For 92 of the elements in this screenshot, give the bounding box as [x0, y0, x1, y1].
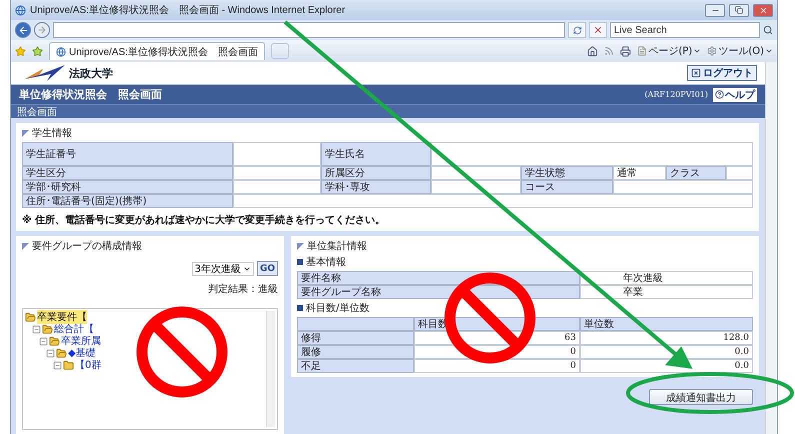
- search-field[interactable]: Live Search: [610, 22, 760, 38]
- breadcrumb: 照会画面: [17, 106, 57, 118]
- logo-text: 法政大学: [69, 66, 113, 80]
- add-favorite-icon[interactable]: [32, 46, 43, 56]
- corner-marker-icon: [22, 242, 29, 250]
- field-label: コース: [521, 180, 613, 194]
- caret-icon: [765, 47, 773, 55]
- collapse-icon[interactable]: [32, 324, 41, 334]
- help-icon: [715, 90, 724, 99]
- close-box-icon: [691, 68, 701, 78]
- help-link[interactable]: ヘルプ: [713, 88, 757, 102]
- page-icon: [637, 46, 648, 56]
- field-label: 学科･専攻: [321, 180, 431, 194]
- prohibition-sign-icon: [444, 272, 536, 364]
- row-label: 修得: [297, 331, 414, 345]
- tree-item[interactable]: 総合計【: [54, 322, 94, 336]
- page-title: 単位修得状況照会 照会画面: [19, 87, 162, 102]
- section-title: 学生情報: [32, 126, 72, 140]
- address-field[interactable]: [53, 22, 565, 38]
- favorites-star-icon[interactable]: [15, 46, 26, 56]
- browser-tab[interactable]: Uniprove/AS:単位修得状況照会 照会画面: [49, 42, 265, 60]
- row-label: 不足: [297, 359, 414, 373]
- folder-icon: [25, 312, 36, 322]
- forward-arrow-icon: [37, 25, 47, 35]
- subsection-title: 基本情報: [306, 256, 346, 269]
- tree-item[interactable]: 卒業所属: [61, 334, 101, 348]
- refresh-button[interactable]: [568, 22, 586, 38]
- column-header: 単位数: [580, 317, 753, 331]
- table-cell: 0.0: [580, 345, 753, 359]
- field-value: 卒業: [580, 285, 753, 299]
- screen-id: (ARF120PVI01): [644, 90, 708, 99]
- folder-icon: [42, 324, 53, 334]
- field-value: 年次進級: [580, 271, 753, 285]
- close-icon: [758, 6, 768, 14]
- tree-item[interactable]: 【0群: [75, 358, 102, 372]
- scrollbar[interactable]: [266, 311, 275, 427]
- field-label: 所属区分: [321, 166, 431, 180]
- refresh-icon: [572, 26, 582, 34]
- judgement-result: 判定結果：進級: [208, 282, 278, 297]
- logout-button[interactable]: ログアウト: [687, 65, 757, 81]
- field-label: クラス: [666, 166, 726, 180]
- folder-icon: [56, 348, 67, 358]
- corner-marker-icon: [22, 130, 29, 136]
- go-button[interactable]: GO: [256, 261, 278, 276]
- caret-icon: [693, 47, 702, 55]
- stop-icon: [593, 25, 603, 35]
- print-icon[interactable]: [620, 46, 632, 56]
- field-label: 学生氏名: [321, 142, 431, 166]
- window-title: Uniprove/AS:単位修得状況照会 照会画面 - Windows Internet Explorer: [30, 4, 346, 17]
- table-cell: 0.0: [580, 359, 753, 373]
- collapse-icon[interactable]: [53, 360, 62, 370]
- collapse-icon[interactable]: [46, 348, 55, 358]
- grade-report-button[interactable]: 成績通知書出力: [649, 389, 753, 405]
- tree-item[interactable]: 卒業要件【: [37, 310, 87, 324]
- back-button[interactable]: [15, 22, 31, 38]
- browser-logo-icon: [15, 4, 26, 16]
- square-bullet-icon: [297, 305, 303, 311]
- stop-button[interactable]: [589, 22, 607, 38]
- page-scrollbar[interactable]: [765, 62, 777, 434]
- table-cell: 0: [414, 359, 580, 373]
- notice-text: ※ 住所、電話番号に変更があれば速やかに大学で変更手続きを行ってください。: [22, 213, 386, 227]
- back-arrow-icon: [18, 24, 28, 36]
- row-label: 履修: [297, 345, 414, 359]
- folder-icon: [63, 360, 74, 370]
- prohibition-sign-icon: [136, 306, 228, 398]
- field-value: 通常: [613, 166, 666, 180]
- subsection-title: 科目数/単位数: [306, 302, 370, 315]
- tree-item[interactable]: ◆基礎: [68, 346, 96, 360]
- search-icon[interactable]: [763, 25, 773, 35]
- university-logo-icon: [25, 65, 65, 81]
- corner-marker-icon: [297, 242, 304, 250]
- field-label: 学生証番号: [22, 142, 233, 166]
- collapse-icon[interactable]: [39, 336, 48, 346]
- section-title: 単位集計情報: [307, 240, 367, 253]
- grade-select[interactable]: 3年次進級: [192, 262, 254, 276]
- page-icon: [56, 46, 66, 56]
- table-cell: 128.0: [580, 331, 753, 345]
- field-label: 学生状態: [521, 166, 613, 180]
- home-icon[interactable]: [587, 46, 598, 56]
- page-menu[interactable]: ページ(P): [637, 44, 702, 58]
- square-bullet-icon: [297, 259, 303, 265]
- section-title: 要件グループの構成情報: [32, 240, 142, 253]
- feed-icon[interactable]: [604, 46, 614, 56]
- restore-button[interactable]: [729, 4, 749, 16]
- restore-icon: [735, 6, 743, 14]
- field-label: 学生区分: [22, 166, 233, 180]
- gear-icon: [707, 46, 718, 56]
- tools-menu[interactable]: ツール(O): [707, 44, 773, 58]
- field-label: 学部･研究科: [22, 180, 233, 194]
- folder-icon: [49, 336, 60, 346]
- field-label: 住所･電話番号(固定)(携帯): [22, 194, 233, 208]
- forward-button[interactable]: [34, 22, 50, 38]
